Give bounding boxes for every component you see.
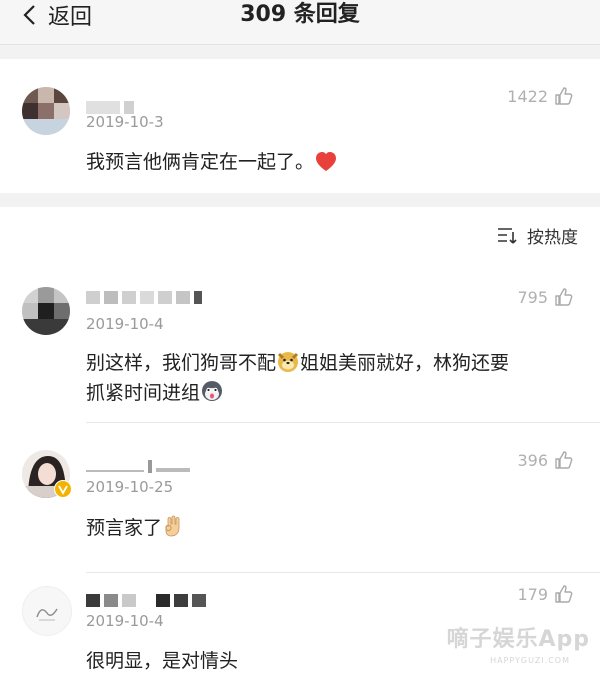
watermark-sub: HAPPYGUZI.COM: [490, 656, 570, 665]
top-bar: 返回 309 条回复: [0, 0, 600, 45]
comment-date: 2019-10-4: [86, 612, 164, 630]
like-button[interactable]: 179: [517, 584, 574, 604]
username-blurred[interactable]: [86, 460, 190, 473]
like-button[interactable]: 795: [517, 287, 574, 307]
verified-badge-icon: [54, 480, 72, 498]
sort-label: 按热度: [527, 227, 578, 248]
comment-text: 别这样，我们狗哥不配 姐姐美丽就好，林狗还要 抓紧时间进组: [86, 348, 576, 408]
watermark: 嘀子娱乐App: [446, 627, 590, 652]
section-gap: [0, 193, 600, 207]
divider: [86, 572, 600, 573]
username-blurred[interactable]: [86, 594, 206, 607]
like-count: 179: [517, 584, 548, 604]
comment-date: 2019-10-3: [86, 113, 164, 131]
username-blurred[interactable]: [86, 291, 202, 304]
like-button[interactable]: 396: [517, 450, 574, 470]
like-button[interactable]: 1422: [507, 86, 574, 106]
ok-hand-icon: [165, 515, 180, 537]
list-item: 2019-10-4 795 别这样，我们狗哥不配 姐姐美丽就好，林狗还要 抓紧时间…: [0, 270, 600, 423]
sort-button[interactable]: 按热度: [497, 222, 578, 248]
heart-icon: [316, 152, 337, 171]
thumbs-up-icon: [555, 288, 573, 306]
section-gap: [0, 45, 600, 59]
thumbs-up-icon: [555, 87, 573, 105]
root-comment: 2019-10-3 1422 我预言他俩肯定在一起了。: [0, 59, 600, 193]
thumbs-up-icon: [555, 451, 573, 469]
husky-emoji-icon: [202, 381, 223, 401]
like-count: 795: [517, 287, 548, 307]
thumbs-up-icon: [555, 585, 573, 603]
page-title: 309 条回复: [240, 2, 360, 27]
comment-date: 2019-10-25: [86, 478, 174, 496]
avatar[interactable]: [22, 586, 72, 636]
sort-icon: [498, 228, 517, 244]
avatar[interactable]: [22, 287, 70, 335]
comment-date: 2019-10-4: [86, 315, 164, 333]
comment-text: 我预言他俩肯定在一起了。: [86, 147, 576, 177]
list-item: 2019-10-25 396 预言家了: [0, 423, 600, 573]
like-count: 396: [517, 450, 548, 470]
like-count: 1422: [507, 86, 548, 106]
doge-emoji-icon: [277, 352, 299, 372]
avatar[interactable]: [22, 87, 70, 135]
comment-text: 预言家了: [86, 513, 576, 543]
